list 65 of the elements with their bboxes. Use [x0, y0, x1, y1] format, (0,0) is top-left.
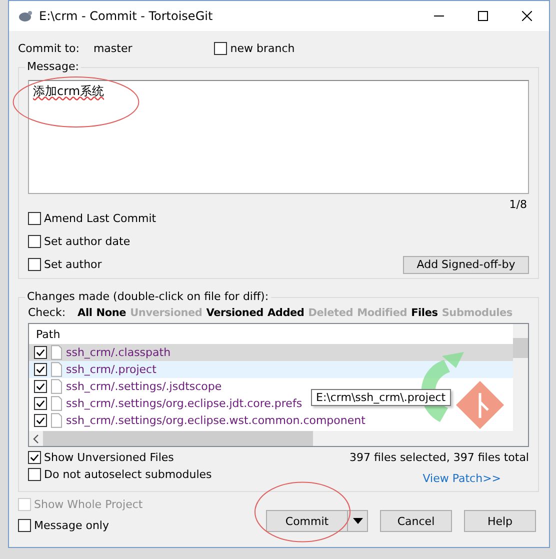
file-icon — [51, 362, 62, 377]
check-label: Check: — [28, 306, 66, 319]
checkbox[interactable] — [34, 380, 47, 393]
checkbox-label: Show Unversioned Files — [44, 451, 174, 464]
checkbox[interactable] — [214, 42, 228, 54]
file-icon — [51, 345, 62, 360]
filter-link[interactable]: Files — [411, 306, 438, 318]
checkbox-label: Do not autoselect submodules — [44, 468, 212, 481]
checkbox[interactable] — [28, 451, 41, 464]
close-icon — [522, 11, 532, 21]
tooltip: E:\crm\ssh_crm\.project — [311, 389, 451, 406]
checkbox-label: new branch — [230, 42, 295, 54]
group-label: Changes made (double-click on file for diff): — [25, 290, 271, 303]
group-label: Message: — [25, 60, 81, 73]
window-title: E:\crm - Commit - TortoiseGit — [39, 9, 213, 23]
checkbox[interactable] — [34, 414, 47, 427]
checkbox[interactable] — [28, 212, 41, 225]
scroll-left-icon[interactable] — [33, 434, 39, 444]
file-path: ssh_crm/.settings/org.eclipse.wst.common.component — [66, 414, 366, 427]
branch-name: master — [93, 42, 132, 54]
file-count-summary: 397 files selected, 397 files total — [349, 451, 529, 464]
checkbox-label: Set author — [44, 258, 102, 271]
file-row[interactable]: ssh_crm/.project — [29, 361, 513, 378]
turtle-icon — [17, 8, 33, 24]
file-row[interactable]: ssh_crm/.settings/org.eclipse.wst.common.component — [29, 412, 370, 429]
message-text: 添加crm系统 — [33, 84, 104, 98]
file-icon — [51, 413, 62, 428]
file-path: ssh_crm/.classpath — [66, 346, 171, 359]
checkbox-label: Show Whole Project — [34, 498, 143, 511]
file-row[interactable]: ssh_crm/.settings/.jsdtscope — [29, 378, 226, 395]
cancel-button[interactable]: Cancel — [380, 510, 452, 532]
maximize-icon — [478, 11, 488, 21]
filter-link[interactable]: All — [78, 306, 92, 318]
signoff-button[interactable]: Add Signed-off-by — [403, 256, 529, 274]
commit-to-label: Commit to: — [18, 42, 80, 54]
checkbox[interactable] — [34, 363, 47, 376]
filter-link[interactable]: Added — [267, 306, 304, 318]
file-icon — [51, 396, 62, 411]
checkbox-label: Amend Last Commit — [44, 212, 156, 225]
checkbox-label: Message only — [34, 519, 109, 532]
file-row[interactable]: ssh_crm/.classpath — [29, 344, 513, 361]
filter-link[interactable]: None — [96, 306, 126, 318]
help-button[interactable]: Help — [464, 510, 536, 532]
checkbox[interactable] — [28, 235, 41, 248]
column-header[interactable]: Path — [29, 324, 513, 344]
checkbox[interactable] — [28, 258, 41, 271]
file-row[interactable]: ssh_crm/.settings/org.eclipse.jdt.core.prefs — [29, 395, 306, 412]
dropdown-button[interactable] — [348, 510, 368, 532]
line-counter: 1/8 — [508, 198, 527, 211]
checkbox-label: Set author date — [44, 235, 130, 248]
file-path: ssh_crm/.settings/.jsdtscope — [66, 380, 222, 393]
checkbox[interactable] — [18, 519, 31, 532]
vertical-scrollbar[interactable] — [513, 324, 528, 446]
commit-button[interactable]: Commit — [266, 510, 348, 532]
view-patch-link[interactable]: View Patch>> — [422, 472, 501, 485]
message-field[interactable]: 添加crm系统 — [28, 80, 529, 194]
caret-icon — [352, 518, 362, 524]
file-path: ssh_crm/.settings/org.eclipse.jdt.core.prefs — [66, 397, 302, 410]
file-icon — [51, 379, 62, 394]
horizontal-scrollbar[interactable] — [29, 431, 513, 446]
file-path: ssh_crm/.project — [66, 363, 156, 376]
filter-link[interactable]: Versioned — [206, 306, 264, 318]
checkbox[interactable] — [34, 346, 47, 359]
checkbox[interactable] — [34, 397, 47, 410]
checkbox[interactable] — [28, 468, 41, 481]
